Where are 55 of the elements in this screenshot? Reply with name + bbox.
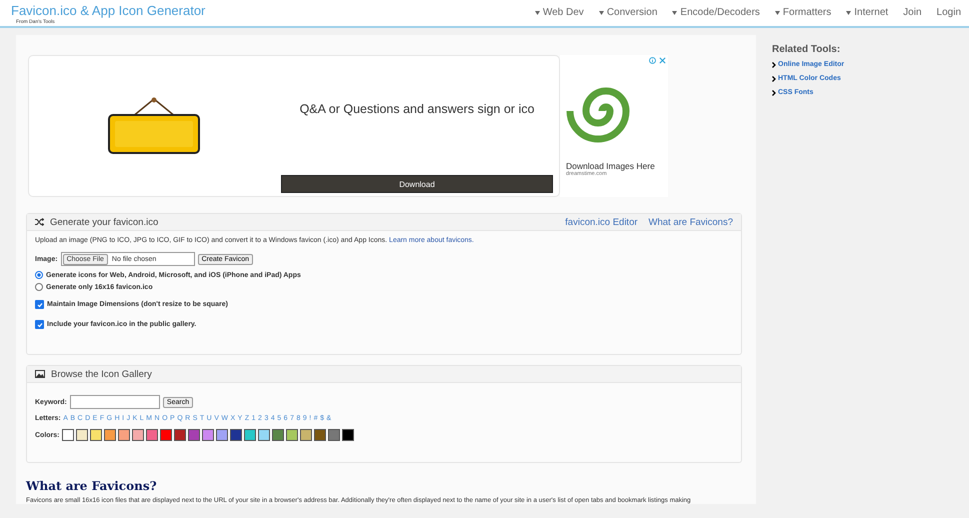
nav-link[interactable]: Login bbox=[936, 7, 961, 18]
color-swatch[interactable] bbox=[342, 429, 354, 441]
ad-headline: Q&A or Questions and answers sign or ico bbox=[300, 102, 534, 116]
color-swatch[interactable] bbox=[202, 429, 214, 441]
color-swatch[interactable] bbox=[146, 429, 158, 441]
color-swatch[interactable] bbox=[216, 429, 228, 441]
ad-caption[interactable]: Download Images Here bbox=[566, 161, 668, 171]
caret-icon bbox=[534, 10, 540, 14]
color-swatch[interactable] bbox=[62, 429, 74, 441]
color-swatch[interactable] bbox=[188, 429, 200, 441]
color-swatch[interactable] bbox=[328, 429, 340, 441]
color-swatch[interactable] bbox=[118, 429, 130, 441]
download-button[interactable]: Download bbox=[281, 175, 553, 193]
color-swatch[interactable] bbox=[76, 429, 88, 441]
keyword-input[interactable] bbox=[70, 395, 160, 409]
caret-icon bbox=[846, 10, 852, 14]
panel-title: Browse the Icon Gallery bbox=[51, 368, 152, 380]
site-title[interactable]: Favicon.ico & App Icon Generator bbox=[11, 4, 206, 18]
chevron-icon bbox=[772, 62, 776, 68]
nav-link[interactable]: Internet bbox=[846, 7, 888, 18]
caret-icon bbox=[672, 10, 678, 14]
info-icon[interactable] bbox=[649, 57, 656, 64]
chevron-icon bbox=[772, 90, 776, 96]
color-swatch[interactable] bbox=[272, 429, 284, 441]
color-swatch[interactable] bbox=[314, 429, 326, 441]
color-swatch[interactable] bbox=[258, 429, 270, 441]
nav-link[interactable]: Conversion bbox=[598, 7, 658, 18]
radio-button[interactable] bbox=[35, 283, 43, 291]
header-link[interactable]: favicon.ico Editor bbox=[565, 216, 638, 228]
header-link[interactable]: What are Favicons? bbox=[648, 216, 733, 228]
color-swatch[interactable] bbox=[174, 429, 186, 441]
color-swatch[interactable] bbox=[244, 429, 256, 441]
radio-button[interactable] bbox=[35, 271, 43, 279]
caret-icon bbox=[598, 10, 604, 14]
color-swatch[interactable] bbox=[300, 429, 312, 441]
caret-icon bbox=[774, 10, 780, 14]
nav-link[interactable]: Join bbox=[903, 7, 922, 18]
color-swatch[interactable] bbox=[230, 429, 242, 441]
checkbox[interactable] bbox=[35, 320, 44, 329]
nav-link[interactable]: Web Dev bbox=[534, 7, 584, 18]
shuffle-icon bbox=[35, 218, 44, 226]
panel-title: Generate your favicon.ico bbox=[50, 216, 158, 228]
checkbox[interactable] bbox=[35, 300, 44, 309]
color-swatch[interactable] bbox=[132, 429, 144, 441]
chevron-icon bbox=[772, 76, 776, 82]
close-icon[interactable] bbox=[659, 57, 666, 64]
section-heading: What are Favicons? bbox=[26, 479, 158, 493]
image-icon bbox=[35, 370, 45, 378]
color-swatch[interactable] bbox=[286, 429, 298, 441]
sidebar-title: Related Tools: bbox=[772, 44, 842, 55]
nav-link[interactable]: Formatters bbox=[774, 7, 832, 18]
color-swatch[interactable] bbox=[104, 429, 116, 441]
color-swatch[interactable] bbox=[90, 429, 102, 441]
nav-link[interactable]: Encode/Decoders bbox=[672, 7, 760, 18]
color-swatch[interactable] bbox=[160, 429, 172, 441]
